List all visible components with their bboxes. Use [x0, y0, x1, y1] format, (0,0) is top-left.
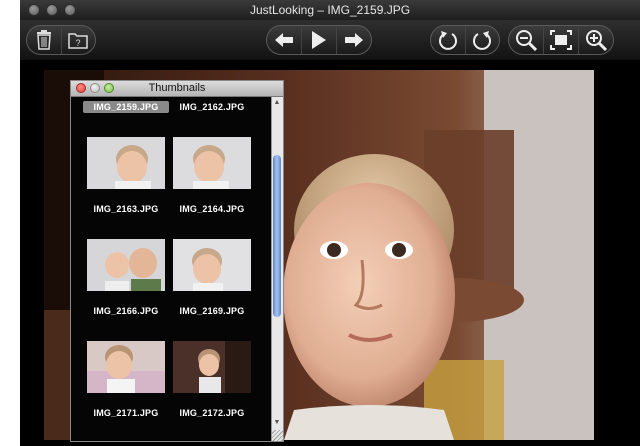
thumbnail-item[interactable]: IMG_2171.JPG — [83, 341, 169, 419]
thumbnail-item[interactable]: IMG_2166.JPG — [83, 239, 169, 317]
thumbnail-image — [173, 137, 251, 189]
thumbnail-label: IMG_2163.JPG — [93, 204, 159, 214]
file-actions-group: ? — [26, 25, 96, 55]
thumbnail-image — [87, 341, 165, 393]
thumbnails-panel: Thumbnails IMG_2159.JPG IMG_2162.JPG IMG… — [70, 80, 284, 442]
thumbnail-image — [87, 137, 165, 189]
arrow-right-icon — [345, 33, 363, 47]
title-bar[interactable]: JustLooking – IMG_2159.JPG — [20, 0, 640, 21]
info-button[interactable]: ? — [60, 26, 96, 54]
navigation-group — [266, 25, 372, 55]
thumbnail-label: IMG_2169.JPG — [179, 306, 245, 316]
scroll-thumb[interactable] — [273, 155, 281, 317]
rotate-right-icon — [473, 31, 492, 50]
zoom-out-icon — [516, 30, 537, 51]
window-title: JustLooking – IMG_2159.JPG — [249, 3, 411, 17]
trash-icon — [36, 30, 51, 50]
arrow-left-icon — [275, 33, 293, 47]
thumbnail-item[interactable]: IMG_2163.JPG — [83, 137, 169, 215]
toolbar: ? — [20, 20, 640, 60]
fit-button[interactable] — [543, 26, 578, 54]
info-icon: ? — [68, 33, 88, 49]
thumbnail-label: IMG_2159.JPG — [83, 101, 169, 113]
thumbnail-label: IMG_2171.JPG — [93, 408, 159, 418]
fit-screen-icon — [550, 30, 572, 50]
rotate-right-button[interactable] — [464, 26, 500, 54]
thumbnail-item[interactable]: IMG_2159.JPG — [83, 101, 169, 113]
rotate-group — [430, 25, 500, 55]
thumbnail-item[interactable]: IMG_2169.JPG — [169, 239, 255, 317]
rotate-left-button[interactable] — [431, 26, 465, 54]
rotate-left-icon — [438, 31, 457, 50]
scroll-up-arrow-icon[interactable]: ▲ — [273, 99, 281, 107]
thumbnail-label: IMG_2162.JPG — [179, 102, 245, 112]
thumbnail-grid: IMG_2159.JPG IMG_2162.JPG IMG_2163.JPG I… — [71, 97, 271, 441]
thumbnails-title-bar[interactable]: Thumbnails — [71, 81, 283, 97]
thumbnail-image — [87, 239, 165, 291]
thumbnail-item[interactable]: IMG_2164.JPG — [169, 137, 255, 215]
zoom-out-button[interactable] — [509, 26, 543, 54]
delete-button[interactable] — [27, 26, 61, 54]
zoom-in-button[interactable] — [578, 26, 613, 54]
next-button[interactable] — [336, 26, 371, 54]
thumbnail-item[interactable]: IMG_2172.JPG — [169, 341, 255, 419]
thumbnails-scrollbar[interactable]: ▲ ▼ — [271, 97, 283, 441]
zoom-group — [508, 25, 614, 55]
thumbnail-item[interactable]: IMG_2162.JPG — [169, 101, 255, 113]
panel-title: Thumbnails — [148, 82, 206, 94]
zoom-in-icon — [586, 30, 607, 51]
thumbnail-label: IMG_2164.JPG — [179, 204, 245, 214]
previous-button[interactable] — [267, 26, 301, 54]
scroll-down-arrow-icon[interactable]: ▼ — [273, 419, 281, 427]
resize-grip-icon[interactable] — [272, 430, 283, 441]
thumbnail-image — [173, 341, 251, 393]
slideshow-button[interactable] — [301, 26, 336, 54]
play-icon — [312, 31, 326, 49]
thumbnail-label: IMG_2172.JPG — [179, 408, 245, 418]
thumbnail-image — [173, 239, 251, 291]
svg-text:?: ? — [76, 38, 81, 48]
thumbnail-label: IMG_2166.JPG — [93, 306, 159, 316]
